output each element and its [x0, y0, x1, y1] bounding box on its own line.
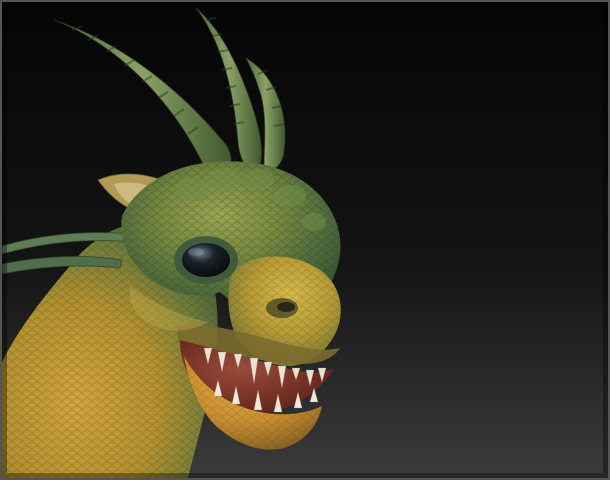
eyeball — [182, 243, 230, 277]
eye-highlight — [188, 248, 204, 256]
nostril-inner — [277, 302, 295, 312]
eye — [174, 236, 238, 284]
image-frame — [0, 0, 610, 480]
dragon-render — [2, 2, 608, 478]
